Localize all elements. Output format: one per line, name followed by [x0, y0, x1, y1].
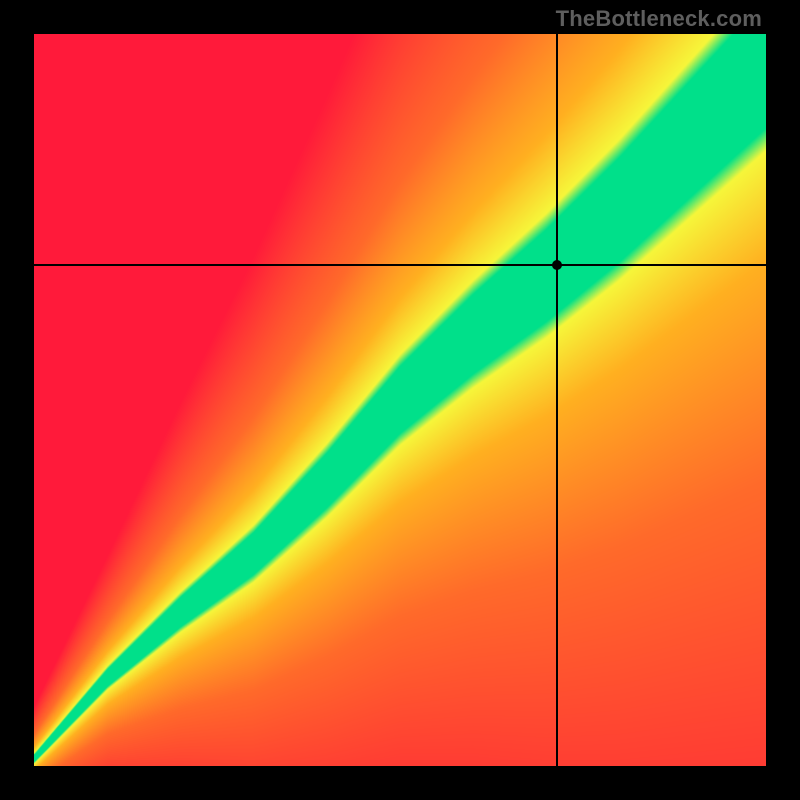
selection-marker — [552, 260, 562, 270]
watermark-label: TheBottleneck.com — [556, 6, 762, 32]
crosshair-horizontal — [34, 264, 766, 266]
chart-container: TheBottleneck.com — [0, 0, 800, 800]
bottleneck-heatmap — [34, 34, 766, 766]
crosshair-vertical — [556, 34, 558, 766]
